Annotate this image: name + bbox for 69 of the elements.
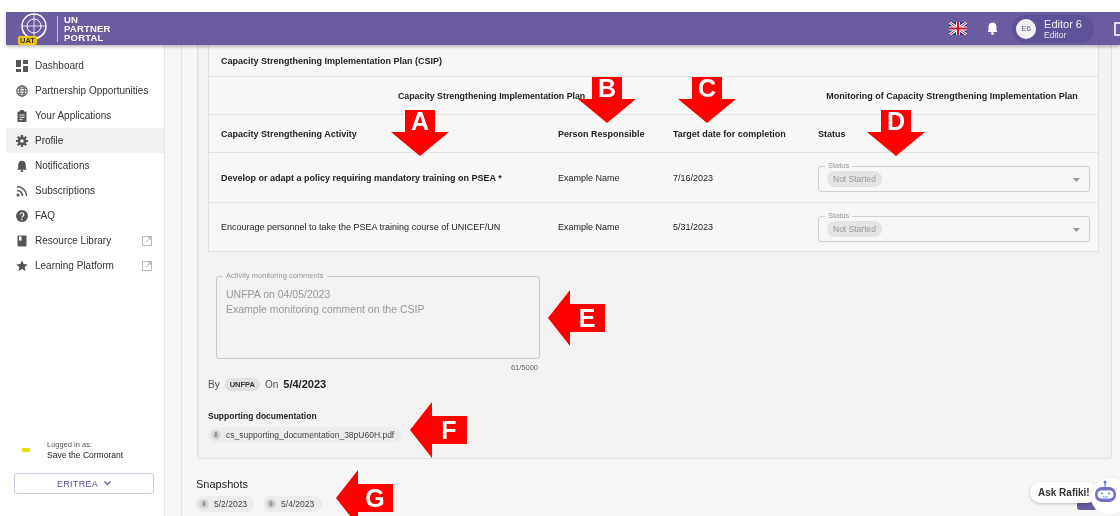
sidebar-item[interactable]: FAQ xyxy=(6,203,164,228)
bell-icon xyxy=(16,159,28,172)
dashboard-icon xyxy=(16,59,28,72)
callout-arrow: E xyxy=(548,290,605,346)
sidebar-item[interactable]: Subscriptions xyxy=(6,178,164,203)
file-chip[interactable]: cs_supporting_documentation_38pU60H.pdf xyxy=(208,427,403,443)
section-title: Supporting documentation xyxy=(208,411,318,421)
chevron-down-icon xyxy=(104,481,112,486)
caret-icon xyxy=(1073,227,1080,232)
sidebar-item[interactable]: Dashboard xyxy=(6,53,164,78)
star-icon xyxy=(16,259,28,272)
book-icon xyxy=(16,234,28,247)
status-chip: Not Started xyxy=(827,171,882,187)
comments-text: UNFPA on 04/05/2023 Example monitoring comment on the CSIP xyxy=(226,287,426,317)
snapshot-chip[interactable]: 5/4/2023 xyxy=(263,496,323,512)
table-cell: Develop or adapt a policy requiring mandatory training on PSEA * xyxy=(209,153,546,203)
table-cell-text: Example Name xyxy=(557,221,621,234)
caret-icon xyxy=(1073,178,1080,182)
callout-arrow: F xyxy=(410,402,467,458)
user-menu[interactable]: E6 Editor 6 Editor xyxy=(1012,14,1094,43)
portal-title: UN PARTNER PORTAL xyxy=(64,15,111,42)
table-cell-text: Encourage personnel to take the PSEA training course of UNICEF/UN xyxy=(220,221,502,234)
robot-icon[interactable] xyxy=(1090,476,1120,516)
table-title: Capacity Strengthening Implementation Plan (CSIP) xyxy=(209,45,1098,77)
snapshot-chip[interactable]: 5/2/2023 xyxy=(196,496,256,512)
sidebar-item-label: FAQ xyxy=(35,210,56,221)
table-cell: 7/16/2023 xyxy=(661,153,806,203)
sidebar-item-label: Your Applications xyxy=(35,110,113,121)
flag-icon[interactable] xyxy=(949,22,968,35)
table-cell-text: 5/31/2023 xyxy=(672,221,715,234)
callout-arrow: C xyxy=(678,77,736,123)
sidebar-item[interactable]: Your Applications xyxy=(6,103,164,128)
sidebar-item-label: Subscriptions xyxy=(35,185,97,196)
sidebar-item[interactable]: Notifications xyxy=(6,153,164,178)
help-icon xyxy=(16,209,28,222)
country-selector[interactable]: ERITREA xyxy=(14,473,154,494)
sidebar-item[interactable]: Resource Library xyxy=(6,228,164,253)
sidebar-item-label: Partnership Opportunities xyxy=(35,85,150,96)
callout-arrow: G xyxy=(336,470,393,516)
settings-icon xyxy=(16,134,28,147)
notifications-icon[interactable] xyxy=(987,22,999,35)
rss-icon xyxy=(16,184,28,197)
organization-name: Save the Cormorant xyxy=(47,450,124,461)
sidebar-item-label: Dashboard xyxy=(35,60,85,71)
by-label: By xyxy=(208,378,220,390)
user-avatar: E6 xyxy=(1016,18,1037,39)
clipboard-icon xyxy=(16,109,28,122)
sidebar-item-label: Profile xyxy=(35,135,65,146)
organization-logo-icon xyxy=(22,448,30,452)
on-label: On xyxy=(264,378,279,390)
sidebar-item-label: Notifications xyxy=(35,160,91,171)
sidebar-item[interactable]: Learning Platform xyxy=(6,253,164,278)
section-title: Snapshots xyxy=(196,478,249,490)
sidebar-item[interactable]: Partnership Opportunities xyxy=(6,78,164,103)
status-chip: Not Started xyxy=(827,220,882,237)
emblem-icon xyxy=(18,11,50,42)
paperclip-icon xyxy=(199,499,209,509)
user-name: Editor 6 xyxy=(1044,17,1082,30)
globe-icon xyxy=(16,84,28,97)
paperclip-icon xyxy=(266,499,277,509)
paperclip-icon xyxy=(211,430,221,440)
table-cell: Example Name xyxy=(546,153,661,203)
user-role: Editor xyxy=(1044,29,1068,40)
logout-icon[interactable] xyxy=(1114,21,1120,36)
sidebar-item[interactable]: Profile xyxy=(6,128,164,153)
sidebar-item-label: Resource Library xyxy=(35,235,113,246)
callout-arrow: A xyxy=(391,110,449,156)
sidebar-item-label: Learning Platform xyxy=(35,260,115,271)
comment-date: 5/4/2023 xyxy=(283,378,327,390)
